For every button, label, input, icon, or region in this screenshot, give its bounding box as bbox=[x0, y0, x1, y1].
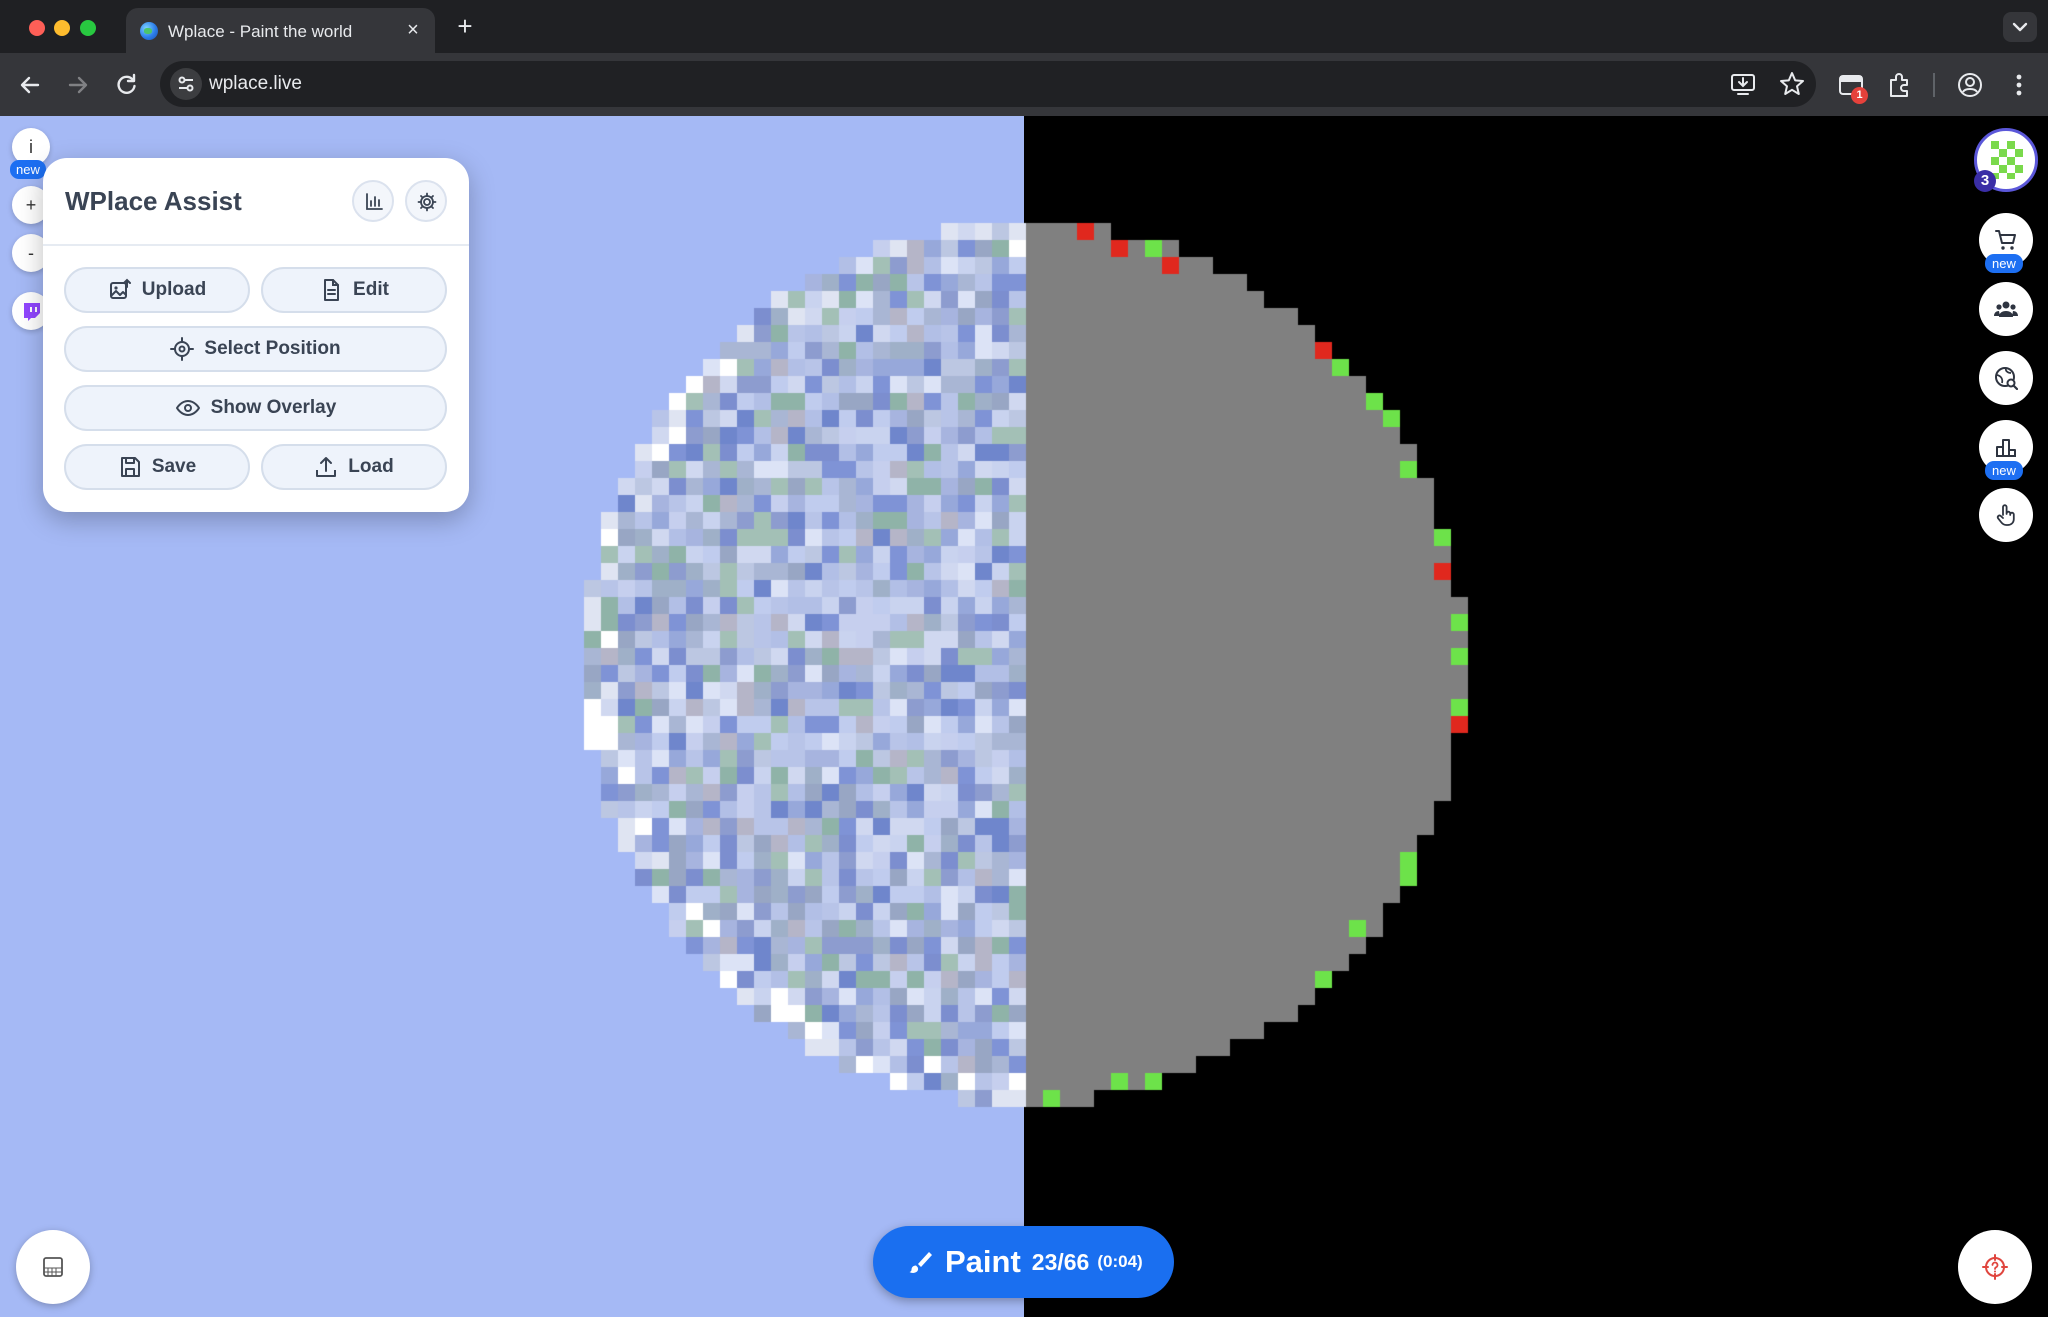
upload-button[interactable]: Upload bbox=[64, 267, 250, 313]
globe-search-icon bbox=[1995, 367, 2018, 390]
puzzle-extensions-icon[interactable] bbox=[1886, 71, 1914, 99]
image-upload-icon bbox=[109, 278, 131, 299]
gear-icon bbox=[417, 192, 437, 212]
load-label: Load bbox=[348, 456, 394, 477]
settings-button[interactable] bbox=[405, 180, 447, 222]
info-label: i bbox=[29, 137, 33, 157]
forward-arrow-icon[interactable] bbox=[64, 71, 92, 99]
globe-icon bbox=[140, 22, 158, 40]
tab-title: Wplace - Paint the world bbox=[168, 22, 353, 41]
crosshair-icon bbox=[170, 337, 195, 361]
store-new-badge: new bbox=[1985, 254, 2023, 273]
save-button[interactable]: Save bbox=[64, 444, 250, 490]
toolbar-divider bbox=[1933, 73, 1935, 97]
minimize-window-button[interactable] bbox=[54, 20, 70, 36]
paint-label: Paint bbox=[945, 1244, 1021, 1279]
eye-icon bbox=[175, 400, 200, 416]
explore-button[interactable] bbox=[1979, 351, 2033, 405]
wplace-assist-panel: WPlace Assist Upload Edit Select Positio… bbox=[43, 158, 469, 512]
extension-badge: 1 bbox=[1851, 87, 1868, 104]
stats-button[interactable] bbox=[352, 180, 394, 222]
paint-button[interactable]: Paint 23/66 (0:04) bbox=[873, 1226, 1174, 1298]
paint-timer: (0:04) bbox=[1097, 1252, 1143, 1271]
bar-chart-icon bbox=[366, 193, 383, 210]
browser-toolbar: wplace.live 1 bbox=[0, 53, 2048, 116]
tab-strip: Wplace - Paint the world × + bbox=[0, 0, 2048, 53]
zoom-in-label: + bbox=[25, 195, 37, 215]
floppy-disk-icon bbox=[120, 457, 140, 477]
new-tab-button[interactable]: + bbox=[450, 12, 480, 42]
document-edit-icon bbox=[324, 279, 340, 301]
leaderboard-icon bbox=[1996, 439, 2016, 457]
location-target-icon bbox=[1982, 1254, 2008, 1280]
panel-title: WPlace Assist bbox=[65, 186, 242, 216]
show-overlay-label: Show Overlay bbox=[210, 397, 337, 418]
maximize-window-button[interactable] bbox=[80, 20, 96, 36]
level-badge: 3 bbox=[1974, 170, 1996, 192]
chevron-down-icon bbox=[2012, 22, 2028, 32]
back-arrow-icon[interactable] bbox=[16, 71, 44, 99]
paint-charges: 23/66 bbox=[1031, 1248, 1090, 1275]
layers-icon bbox=[43, 1257, 63, 1277]
profile-icon[interactable] bbox=[1956, 71, 1984, 99]
alliance-button[interactable] bbox=[1979, 282, 2033, 336]
map-layers-button[interactable] bbox=[16, 1230, 90, 1304]
reload-icon[interactable] bbox=[112, 71, 140, 99]
zoom-out-label: - bbox=[28, 243, 34, 263]
load-button[interactable]: Load bbox=[261, 444, 447, 490]
address-bar[interactable]: wplace.live bbox=[160, 61, 1816, 107]
paintbrush-icon bbox=[909, 1252, 932, 1273]
url-text: wplace.live bbox=[209, 73, 302, 94]
upload-arrow-icon bbox=[316, 457, 337, 477]
tab-search-button[interactable] bbox=[2003, 12, 2037, 42]
edit-label: Edit bbox=[353, 279, 389, 300]
edit-button[interactable]: Edit bbox=[261, 267, 447, 313]
pointer-hand-icon bbox=[1996, 504, 2015, 526]
save-label: Save bbox=[151, 456, 197, 477]
select-position-label: Select Position bbox=[204, 338, 341, 359]
map-viewport[interactable]: i new + - WPlace Assist Upload Edit Sele… bbox=[0, 116, 2048, 1317]
install-app-icon[interactable] bbox=[1729, 70, 1757, 98]
new-badge: new bbox=[10, 160, 46, 179]
site-settings-icon[interactable] bbox=[170, 68, 202, 100]
close-window-button[interactable] bbox=[29, 20, 45, 36]
locate-button[interactable] bbox=[1958, 1230, 2032, 1304]
leaderboard-new-badge: new bbox=[1985, 461, 2023, 480]
show-overlay-button[interactable]: Show Overlay bbox=[64, 385, 447, 431]
upload-label: Upload bbox=[141, 279, 207, 300]
group-icon bbox=[1994, 301, 2018, 317]
tab-close-icon[interactable]: × bbox=[401, 18, 425, 42]
browser-tab[interactable]: Wplace - Paint the world × bbox=[126, 8, 435, 53]
interact-button[interactable] bbox=[1979, 488, 2033, 542]
shopping-cart-icon bbox=[1995, 230, 2016, 250]
bookmark-star-icon[interactable] bbox=[1778, 70, 1806, 98]
more-menu-icon[interactable] bbox=[2005, 71, 2033, 99]
select-position-button[interactable]: Select Position bbox=[64, 326, 447, 372]
panel-divider bbox=[43, 244, 469, 246]
